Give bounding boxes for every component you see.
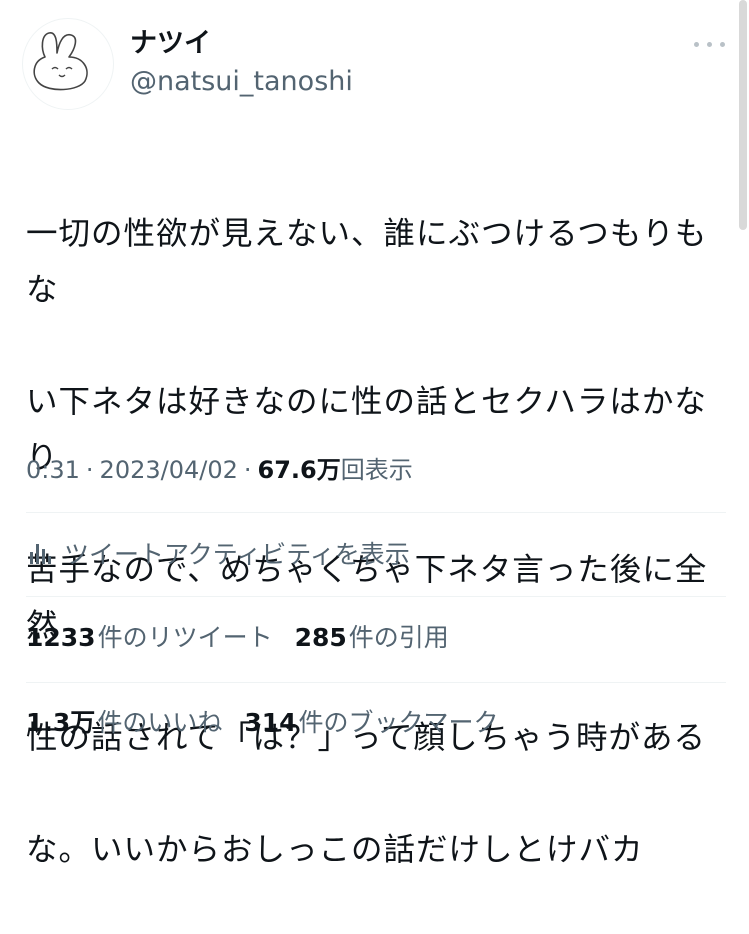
divider (26, 596, 726, 597)
tweet-activity-label: ツイートアクティビティを表示 (64, 540, 410, 569)
dot-icon (707, 42, 712, 47)
quotes-count: 285 (294, 623, 347, 652)
bookmarks-stat[interactable]: 314 件のブックマーク (244, 703, 498, 739)
views-count: 67.6 (257, 456, 317, 484)
tweet-time[interactable]: 0:31 (26, 456, 80, 484)
tweet-header: ナツイ @natsui_tanoshi (0, 0, 749, 120)
meta-separator: · (243, 456, 252, 484)
tweet-date[interactable]: 2023/04/02 (100, 456, 238, 484)
retweets-count: 1233 (26, 623, 96, 652)
meta-separator: · (85, 456, 94, 484)
stats-row-reactions: 1.3 万 件のいいね 314 件のブックマーク (26, 703, 521, 743)
display-name[interactable]: ナツイ (130, 28, 211, 60)
views-unit: 万 (316, 456, 341, 484)
retweets-label: 件のリツイート (97, 623, 273, 652)
more-options-button[interactable] (688, 30, 732, 58)
user-handle[interactable]: @natsui_tanoshi (130, 66, 353, 98)
dot-icon (720, 42, 725, 47)
tweet-text-line: な。いいからおしっこの話だけしとけバカ (26, 832, 644, 868)
dot-icon (694, 42, 699, 47)
quotes-label: 件の引用 (348, 623, 449, 652)
avatar[interactable] (22, 18, 114, 110)
divider (26, 512, 726, 513)
rabbit-doodle-icon (33, 32, 88, 91)
retweets-stat[interactable]: 1233 件のリツイート (26, 618, 273, 654)
tweet-text-line: 一切の性欲が見えない、誰にぶつけるつもりもな (26, 216, 708, 308)
tweet-activity-link[interactable]: ツイートアクティビティを表示 (26, 533, 410, 573)
scrollbar[interactable] (739, 0, 747, 230)
tweet-meta: 0:31 · 2023/04/02 · 67.6万回表示 (26, 454, 413, 486)
likes-unit: 万 (70, 708, 96, 737)
views-label: 回表示 (340, 456, 413, 484)
quotes-stat[interactable]: 285 件の引用 (295, 618, 449, 654)
stats-row-shares: 1233 件のリツイート 285 件の引用 (26, 618, 471, 658)
likes-label: 件のいいね (97, 708, 223, 737)
bookmarks-count: 314 (244, 708, 297, 737)
divider (26, 682, 726, 683)
likes-stat[interactable]: 1.3 万 件のいいね (26, 703, 222, 739)
likes-count: 1.3 (26, 708, 71, 737)
analytics-bar-icon (30, 544, 51, 564)
bookmarks-label: 件のブックマーク (298, 708, 499, 737)
